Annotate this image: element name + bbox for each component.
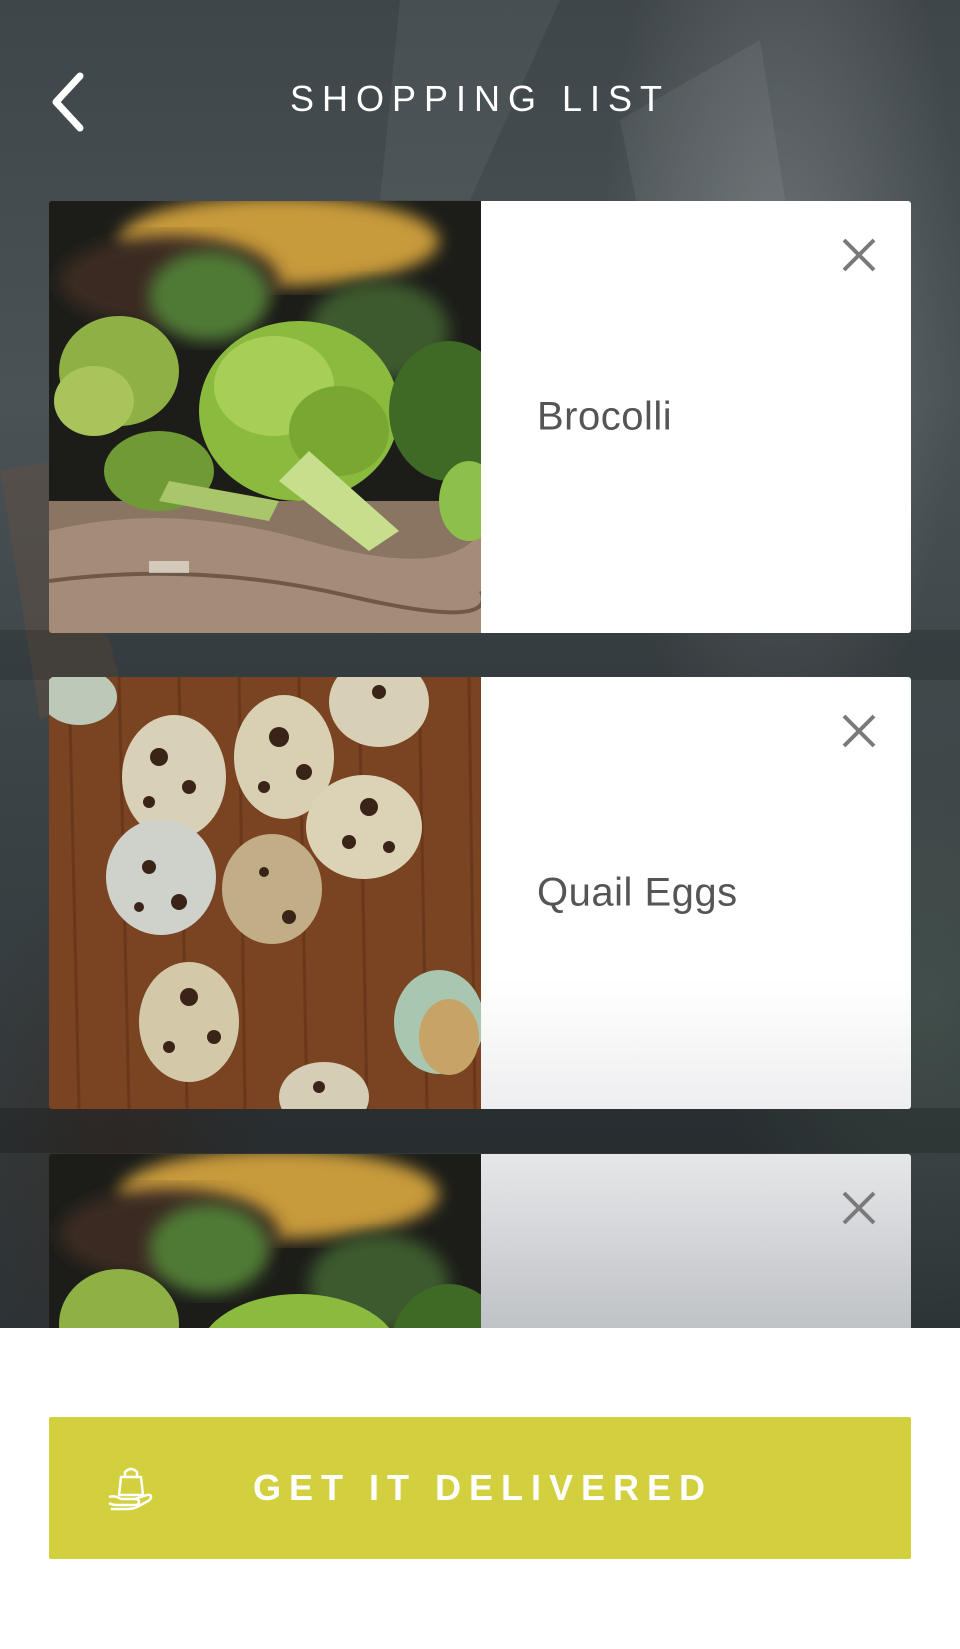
list-item[interactable]: Brocolli (49, 201, 911, 633)
close-icon (842, 238, 876, 272)
quail-eggs-image (49, 677, 481, 1109)
list-item[interactable]: Quail Eggs (49, 677, 911, 1109)
item-body (481, 1154, 911, 1328)
remove-item-button[interactable] (835, 707, 883, 755)
button-label: GET IT DELIVERED (252, 1467, 714, 1508)
remove-item-button[interactable] (835, 231, 883, 279)
broccoli-image (49, 1154, 481, 1328)
broccoli-image (49, 201, 481, 633)
get-it-delivered-button[interactable]: GET IT DELIVERED (49, 1417, 911, 1559)
header: SHOPPING LIST (0, 0, 960, 200)
item-name: Quail Eggs (537, 870, 738, 915)
item-body: Brocolli (481, 201, 911, 633)
footer: GET IT DELIVERED (0, 1328, 960, 1649)
item-body: Quail Eggs (481, 677, 911, 1109)
shopping-list-screen: SHOPPING LIST Brocolli Quail Eggs GET IT… (0, 0, 960, 1649)
item-name: Brocolli (537, 394, 673, 439)
page-title: SHOPPING LIST (289, 78, 671, 119)
list-item[interactable] (49, 1154, 911, 1328)
close-icon (842, 1191, 876, 1225)
close-icon (842, 714, 876, 748)
remove-item-button[interactable] (835, 1184, 883, 1232)
